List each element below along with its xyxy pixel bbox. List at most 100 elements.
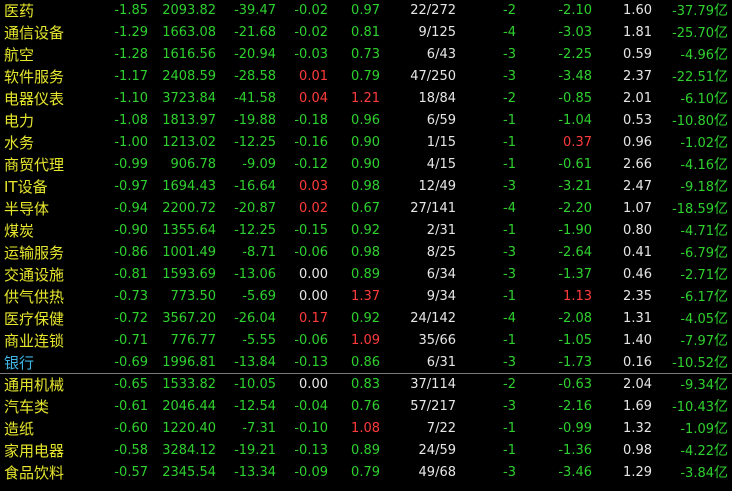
volume-ratio: 0.83: [351, 377, 380, 392]
table-row[interactable]: 通用机械 -0.65 1533.82 -10.05 0.00 0.83 37/114 -2 -0…: [0, 374, 732, 396]
table-row[interactable]: 医药 -1.85 2093.82 -39.47 -0.02 0.97 22/272 -2 -2.…: [0, 0, 732, 22]
net-flow: -9.34亿: [680, 377, 728, 393]
index-price: 2408.59: [162, 69, 216, 84]
index-price: 1694.43: [162, 179, 216, 194]
volume-ratio: 1.09: [351, 333, 380, 348]
consecutive-days: -1: [503, 443, 516, 458]
table-row[interactable]: 水务 -1.00 1213.02 -12.25 -0.16 0.90 1/15 -1 0.37 0…: [0, 132, 732, 154]
change-value: -13.84: [234, 355, 276, 370]
turnover-rate: 0.46: [623, 267, 652, 282]
sector-name: 电器仪表: [4, 90, 65, 108]
table-row[interactable]: 交通设施 -0.81 1593.69 -13.06 0.00 0.89 6/34 -3 -1.3…: [0, 264, 732, 286]
speed: -0.03: [294, 47, 328, 62]
consecutive-days: -1: [503, 333, 516, 348]
sector-name: 通信设备: [4, 24, 65, 42]
sector-name: 通用机械: [4, 376, 65, 394]
consecutive-days: -1: [503, 157, 516, 172]
table-row[interactable]: 半导体 -0.94 2200.72 -20.87 0.02 0.67 27/141 -4 -2.…: [0, 198, 732, 220]
sector-name: 商贸代理: [4, 156, 65, 174]
change-percent: -0.57: [114, 465, 148, 480]
sector-name: 商业连锁: [4, 332, 65, 350]
turnover-rate: 1.32: [623, 421, 652, 436]
change-percent: -1.10: [114, 91, 148, 106]
table-row[interactable]: IT设备 -0.97 1694.43 -16.64 0.03 0.98 12/49 -3 -3.…: [0, 176, 732, 198]
sector-name: 医药: [4, 2, 35, 20]
net-flow: -1.02亿: [680, 135, 728, 151]
change-value: -16.64: [234, 179, 276, 194]
table-row[interactable]: 造纸 -0.60 1220.40 -7.31 -0.10 1.08 7/22 -1 -0.99 1…: [0, 418, 732, 440]
table-row[interactable]: 供气供热 -0.73 773.50 -5.69 0.00 1.37 9/34 -1 1.13 2.…: [0, 286, 732, 308]
table-row[interactable]: 通信设备 -1.29 1663.08 -21.68 -0.02 0.81 9/125 -4 -3…: [0, 22, 732, 44]
table-row[interactable]: 电力 -1.08 1813.97 -19.88 -0.18 0.96 6/59 -1 -1.04…: [0, 110, 732, 132]
index-price: 1213.02: [162, 135, 216, 150]
change-3day: -1.37: [558, 267, 592, 282]
speed: 0.04: [299, 91, 328, 106]
volume-ratio: 0.89: [351, 443, 380, 458]
table-row[interactable]: 航空 -1.28 1616.56 -20.94 -0.03 0.73 6/43 -3 -2.25…: [0, 44, 732, 66]
table-row[interactable]: 银行 -0.69 1996.81 -13.84 -0.13 0.86 6/31 -3 -1.73…: [0, 352, 732, 374]
consecutive-days: -1: [503, 289, 516, 304]
table-row[interactable]: 汽车类 -0.61 2046.44 -12.54 -0.04 0.76 57/217 -3 -2…: [0, 396, 732, 418]
volume-ratio: 0.81: [351, 25, 380, 40]
turnover-rate: 2.37: [623, 69, 652, 84]
sector-ranking-table: 医药 -1.85 2093.82 -39.47 -0.02 0.97 22/272 -2 -2.…: [0, 0, 732, 491]
speed: 0.17: [299, 311, 328, 326]
volume-ratio: 0.96: [351, 113, 380, 128]
table-row[interactable]: 商业连锁 -0.71 776.77 -5.55 -0.06 1.09 35/66 -1 -1.0…: [0, 330, 732, 352]
consecutive-days: -4: [503, 25, 516, 40]
speed: -0.13: [294, 443, 328, 458]
volume-ratio: 0.90: [351, 157, 380, 172]
speed: -0.02: [294, 25, 328, 40]
speed: -0.04: [294, 399, 328, 414]
change-percent: -0.72: [114, 311, 148, 326]
volume-ratio: 1.08: [351, 421, 380, 436]
change-3day: -2.10: [558, 3, 592, 18]
consecutive-days: -2: [503, 377, 516, 392]
sector-name: 银行: [4, 354, 35, 372]
sector-name: 食品饮料: [4, 464, 65, 482]
table-row[interactable]: 商贸代理 -0.99 906.78 -9.09 -0.12 0.90 4/15 -1 -0.61…: [0, 154, 732, 176]
turnover-rate: 2.66: [623, 157, 652, 172]
up-down-count: 7/22: [426, 421, 456, 436]
change-value: -13.06: [234, 267, 276, 282]
speed: 0.00: [299, 267, 328, 282]
change-value: -9.09: [242, 157, 276, 172]
volume-ratio: 0.89: [351, 267, 380, 282]
turnover-rate: 1.60: [623, 3, 652, 18]
change-3day: -0.85: [558, 91, 592, 106]
table-row[interactable]: 煤炭 -0.90 1355.64 -12.25 -0.15 0.92 2/31 -1 -1.90…: [0, 220, 732, 242]
change-percent: -1.00: [114, 135, 148, 150]
volume-ratio: 0.79: [351, 69, 380, 84]
table-row[interactable]: 家用电器 -0.58 3284.12 -19.21 -0.13 0.89 24/59 -1 -1…: [0, 440, 732, 462]
consecutive-days: -2: [503, 3, 516, 18]
volume-ratio: 0.90: [351, 135, 380, 150]
change-value: -20.87: [234, 201, 276, 216]
consecutive-days: -1: [503, 421, 516, 436]
speed: -0.13: [294, 355, 328, 370]
turnover-rate: 0.53: [623, 113, 652, 128]
table-row[interactable]: 软件服务 -1.17 2408.59 -28.58 0.01 0.79 47/250 -3 -3…: [0, 66, 732, 88]
change-value: -5.55: [242, 333, 276, 348]
volume-ratio: 0.97: [351, 3, 380, 18]
table-row[interactable]: 食品饮料 -0.57 2345.54 -13.34 -0.09 0.79 49/68 -3 -3…: [0, 462, 732, 484]
speed: 0.00: [299, 377, 328, 392]
change-3day: -3.03: [558, 25, 592, 40]
volume-ratio: 0.98: [351, 179, 380, 194]
change-value: -19.88: [234, 113, 276, 128]
turnover-rate: 2.35: [623, 289, 652, 304]
change-percent: -0.97: [114, 179, 148, 194]
net-flow: -4.71亿: [680, 223, 728, 239]
turnover-rate: 0.96: [623, 135, 652, 150]
index-price: 1533.82: [162, 377, 216, 392]
table-row[interactable]: 运输服务 -0.86 1001.49 -8.71 -0.06 0.98 8/25 -3 -2.6…: [0, 242, 732, 264]
consecutive-days: -3: [503, 47, 516, 62]
table-row[interactable]: 电器仪表 -1.10 3723.84 -41.58 0.04 1.21 18/84 -2 -0.…: [0, 88, 732, 110]
change-3day: -2.08: [558, 311, 592, 326]
change-value: -41.58: [234, 91, 276, 106]
speed: 0.00: [299, 289, 328, 304]
table-row[interactable]: 医疗保健 -0.72 3567.20 -26.04 0.17 0.92 24/142 -4 -2…: [0, 308, 732, 330]
sector-name: 电力: [4, 112, 35, 130]
change-value: -21.68: [234, 25, 276, 40]
change-value: -12.25: [234, 135, 276, 150]
change-value: -13.34: [234, 465, 276, 480]
